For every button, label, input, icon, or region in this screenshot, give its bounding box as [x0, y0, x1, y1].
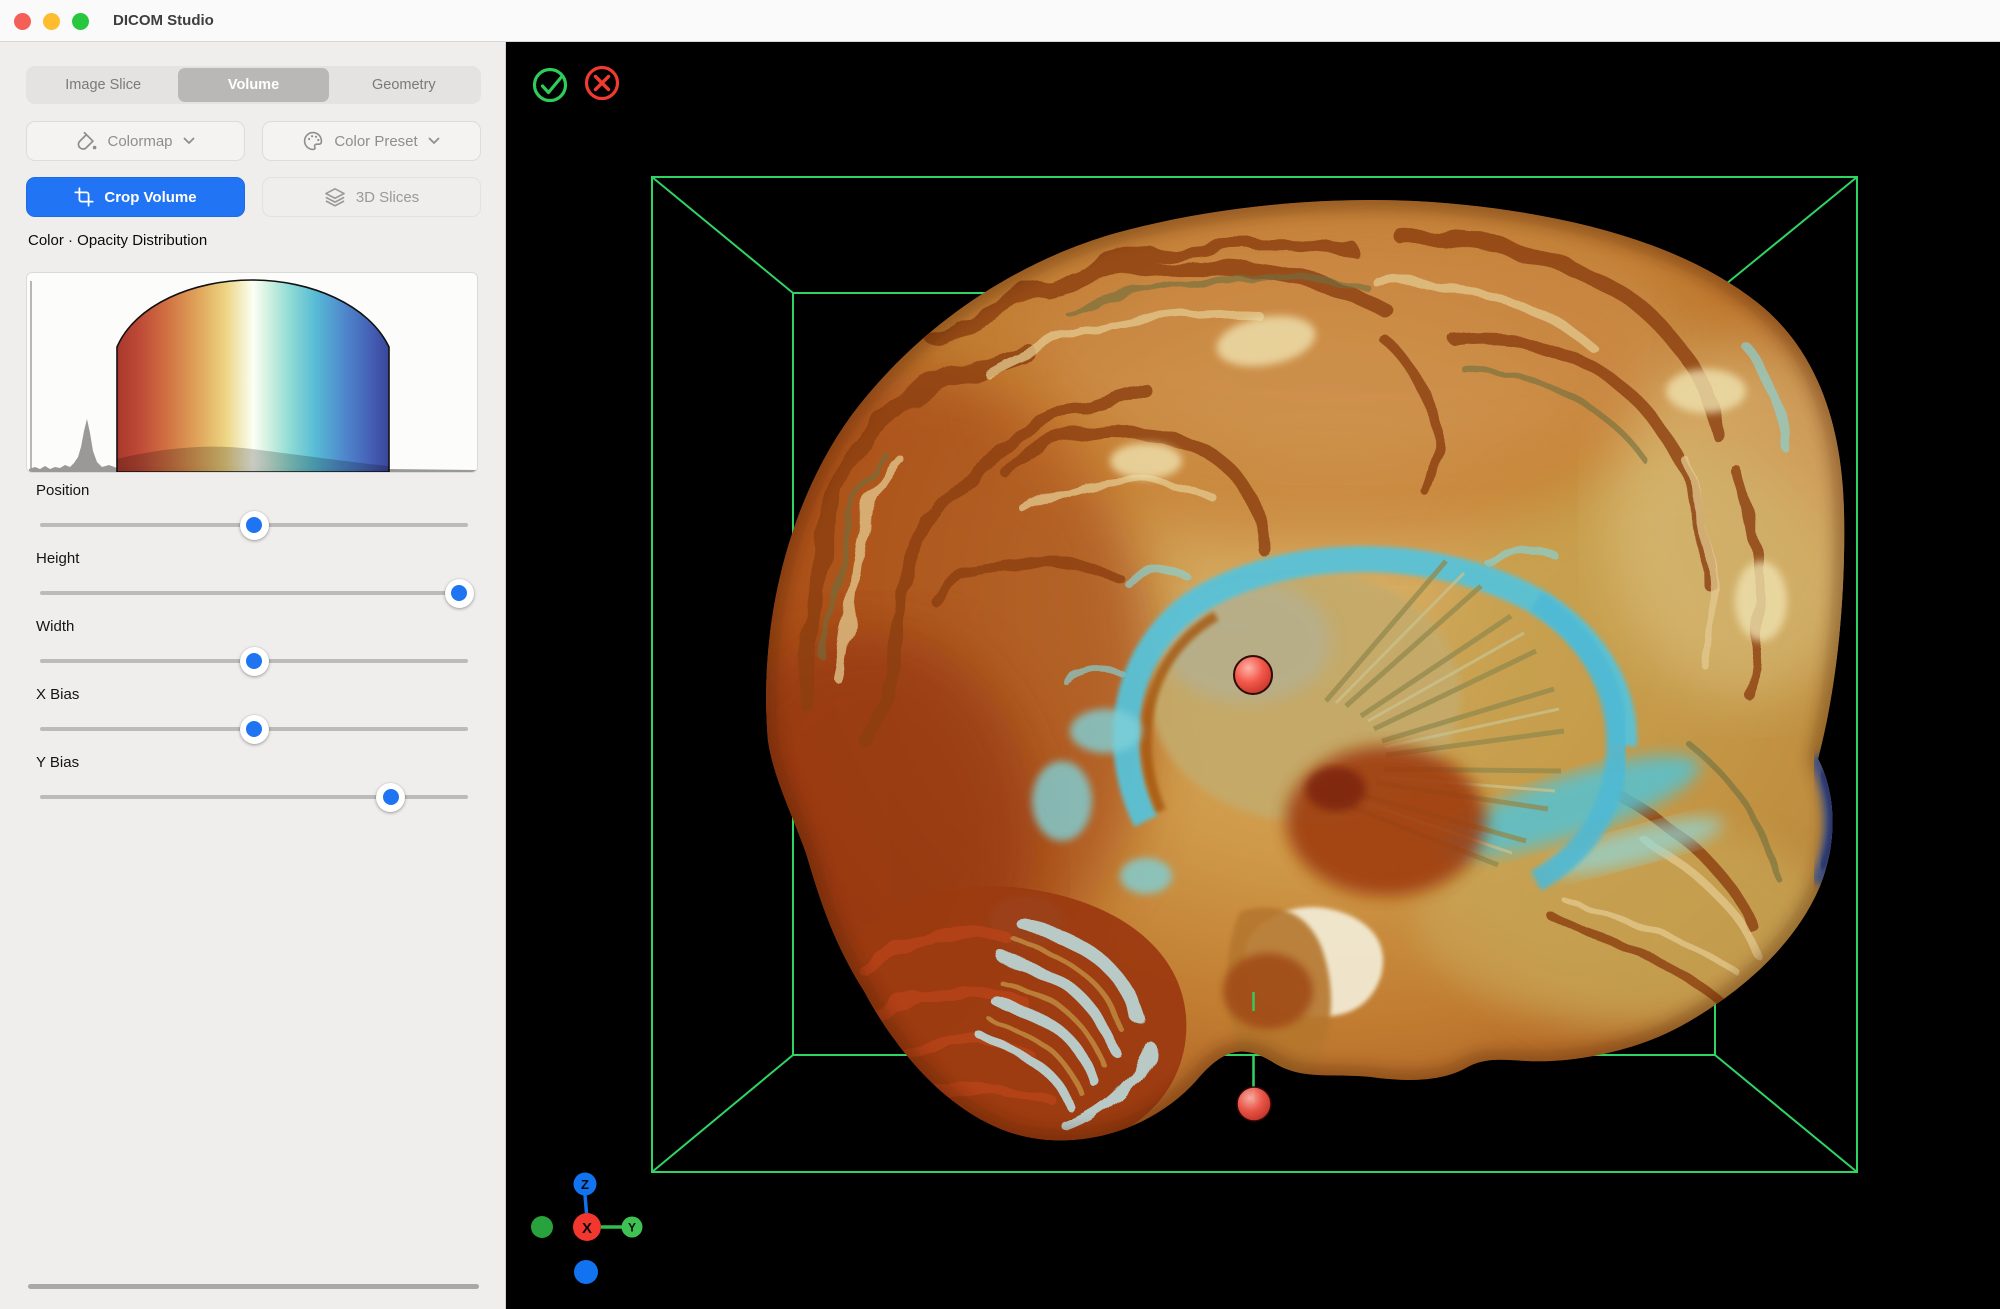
color-preset-label: Color Preset — [334, 133, 417, 150]
color-opacity-distribution-widget[interactable] — [26, 272, 478, 473]
x-circle-icon — [596, 77, 609, 90]
palette-icon — [303, 131, 324, 151]
minimize-window-button[interactable] — [43, 13, 60, 30]
transfer-function-dome — [117, 280, 389, 472]
3d-viewport[interactable]: Z X Y — [506, 41, 2000, 1309]
y-bias-slider: Y Bias — [26, 754, 481, 814]
height-slider-label: Height — [36, 550, 79, 567]
color-preset-dropdown[interactable]: Color Preset — [262, 121, 481, 161]
window-title: DICOM Studio — [113, 0, 214, 41]
3d-slices-button[interactable]: 3D Slices — [262, 177, 481, 217]
axis-gizmo[interactable]: Z X Y — [531, 1173, 643, 1285]
crop-handle-sphere-bottom[interactable] — [1237, 1087, 1271, 1121]
chevron-down-icon — [428, 137, 440, 145]
colormap-label: Colormap — [107, 133, 172, 150]
crop-volume-button[interactable]: Crop Volume — [26, 177, 245, 217]
tab-image-slice[interactable]: Image Slice — [28, 68, 178, 102]
sidebar: Image Slice Volume Geometry Colormap — [0, 42, 506, 1309]
axis-gizmo-neg-z-ball[interactable] — [574, 1260, 598, 1284]
tab-geometry[interactable]: Geometry — [329, 68, 479, 102]
axis-x-label: X — [582, 1220, 592, 1237]
zoom-window-button[interactable] — [72, 13, 89, 30]
confirm-crop-button[interactable] — [535, 70, 566, 101]
chevron-down-icon — [183, 137, 195, 145]
height-slider-thumb[interactable] — [445, 579, 474, 608]
colormap-dropdown[interactable]: Colormap — [26, 121, 245, 161]
crop-handle-sphere-center[interactable] — [1234, 656, 1272, 694]
x-bias-slider-label: X Bias — [36, 686, 79, 703]
crop-icon — [74, 187, 94, 207]
position-slider-track[interactable] — [40, 523, 468, 527]
distribution-section-label: Color · Opacity Distribution — [28, 232, 207, 249]
cancel-crop-button[interactable] — [587, 68, 618, 99]
width-slider-thumb[interactable] — [240, 647, 269, 676]
x-bias-slider-track[interactable] — [40, 727, 468, 731]
y-bias-slider-track[interactable] — [40, 795, 468, 799]
paint-bucket-icon — [76, 131, 97, 151]
width-slider-label: Width — [36, 618, 74, 635]
axis-y-label: Y — [628, 1221, 636, 1235]
sidebar-horizontal-scrollbar[interactable] — [28, 1284, 479, 1289]
axis-gizmo-neg-y-ball[interactable] — [531, 1216, 553, 1238]
brain-volume-rendering[interactable] — [696, 200, 1916, 1151]
title-bar: DICOM Studio — [0, 0, 2000, 42]
position-slider: Position — [26, 482, 481, 542]
axis-z-label: Z — [581, 1177, 589, 1192]
width-slider-track[interactable] — [40, 659, 468, 663]
x-bias-slider: X Bias — [26, 686, 481, 746]
position-slider-thumb[interactable] — [240, 511, 269, 540]
view-mode-tabs: Image Slice Volume Geometry — [26, 66, 481, 104]
height-slider: Height — [26, 550, 481, 610]
3d-slices-label: 3D Slices — [356, 189, 419, 206]
height-slider-track[interactable] — [40, 591, 468, 595]
close-window-button[interactable] — [14, 13, 31, 30]
check-circle-icon — [543, 78, 562, 93]
width-slider: Width — [26, 618, 481, 678]
y-bias-slider-thumb[interactable] — [376, 783, 405, 812]
y-bias-slider-label: Y Bias — [36, 754, 79, 771]
layers-icon — [324, 187, 346, 207]
crop-volume-label: Crop Volume — [104, 189, 196, 206]
x-bias-slider-thumb[interactable] — [240, 715, 269, 744]
position-slider-label: Position — [36, 482, 89, 499]
tab-volume[interactable]: Volume — [178, 68, 328, 102]
